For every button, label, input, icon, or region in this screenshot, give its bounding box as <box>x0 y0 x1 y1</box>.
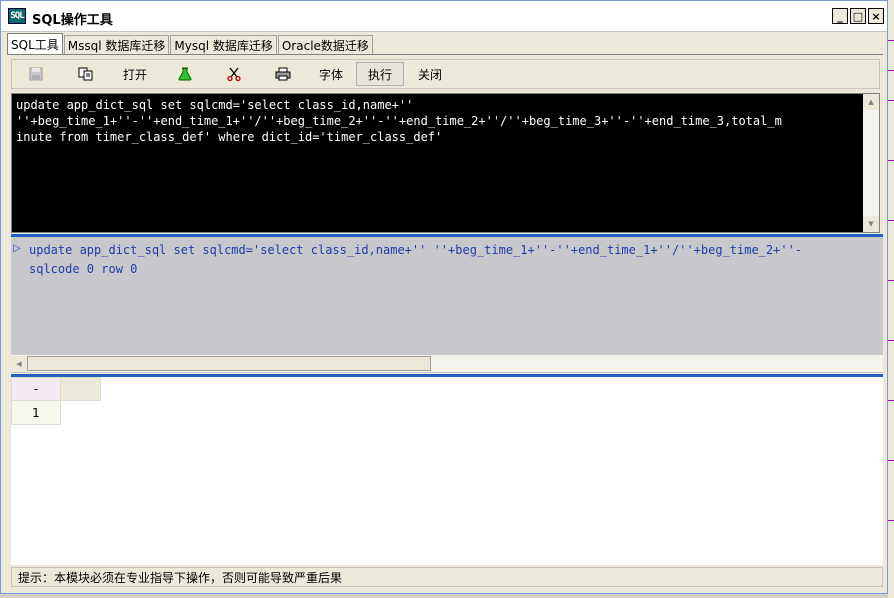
scroll-down-icon[interactable]: ▼ <box>863 216 879 232</box>
scroll-thumb[interactable] <box>27 356 431 371</box>
grid-row-number[interactable]: 1 <box>11 400 61 425</box>
tab-divider <box>7 54 883 55</box>
close-label: 关闭 <box>417 67 442 82</box>
tab-strip: SQL工具 Mssql 数据库迁移 Mysql 数据库迁移 Oracle数据迁移 <box>7 33 374 55</box>
tab-sql-tool[interactable]: SQL工具 <box>7 33 63 55</box>
grid-header-corner[interactable]: - <box>11 377 61 401</box>
desktop-background <box>888 0 894 598</box>
close-window-button[interactable]: × <box>868 8 884 24</box>
save-icon <box>29 67 43 81</box>
test-button[interactable] <box>173 62 197 86</box>
toolbar: 打开 字体 执行 关闭 <box>11 59 880 89</box>
open-label: 打开 <box>122 67 147 82</box>
font-button[interactable]: 字体 <box>311 62 351 86</box>
log-horizontal-scrollbar[interactable]: ◀ <box>11 355 883 372</box>
title-bar[interactable]: SQL SQL操作工具 _ □ × <box>1 1 887 32</box>
print-icon <box>275 67 291 81</box>
close-button[interactable]: 关闭 <box>410 62 450 86</box>
tab-mssql-migration[interactable]: Mssql 数据库迁移 <box>63 35 170 55</box>
status-text: 提示：本模块必须在专业指导下操作，否则可能导致严重后果 <box>18 570 343 585</box>
maximize-button[interactable]: □ <box>850 8 866 24</box>
cut-icon <box>227 67 241 81</box>
execute-label: 执行 <box>367 67 392 82</box>
sql-editor-text[interactable]: update app_dict_sql set sqlcmd='select c… <box>12 94 879 148</box>
window-title: SQL操作工具 <box>32 13 113 28</box>
output-log-text: update app_dict_sql set sqlcmd='select c… <box>29 243 803 276</box>
grid-header-column[interactable] <box>60 377 101 401</box>
open-button[interactable]: 打开 <box>116 62 154 86</box>
save-button[interactable] <box>24 62 48 86</box>
status-bar: 提示：本模块必须在专业指导下操作，否则可能导致严重后果 <box>11 567 883 587</box>
chevron-right-icon: ▷ <box>13 243 21 254</box>
minimize-button[interactable]: _ <box>832 8 848 24</box>
font-label: 字体 <box>318 67 343 82</box>
flask-icon <box>178 67 192 81</box>
copy-button[interactable] <box>74 62 98 86</box>
execute-button[interactable]: 执行 <box>356 62 404 86</box>
tab-mysql-migration[interactable]: Mysql 数据库迁移 <box>170 35 277 55</box>
sql-editor[interactable]: update app_dict_sql set sqlcmd='select c… <box>11 93 880 233</box>
copy-icon <box>78 67 93 81</box>
scroll-up-icon[interactable]: ▲ <box>863 94 879 110</box>
app-icon: SQL <box>8 8 26 24</box>
scroll-left-icon[interactable]: ◀ <box>11 356 27 372</box>
editor-vertical-scrollbar[interactable]: ▲ ▼ <box>863 94 879 232</box>
app-window: SQL SQL操作工具 _ □ × SQL工具 Mssql 数据库迁移 Mysq… <box>0 0 888 594</box>
print-button[interactable] <box>271 62 295 86</box>
output-log[interactable]: ▷ update app_dict_sql set sqlcmd='select… <box>11 237 883 373</box>
result-grid[interactable]: - 1 <box>11 377 883 565</box>
tab-oracle-migration[interactable]: Oracle数据迁移 <box>277 35 373 55</box>
cut-button[interactable] <box>222 62 246 86</box>
